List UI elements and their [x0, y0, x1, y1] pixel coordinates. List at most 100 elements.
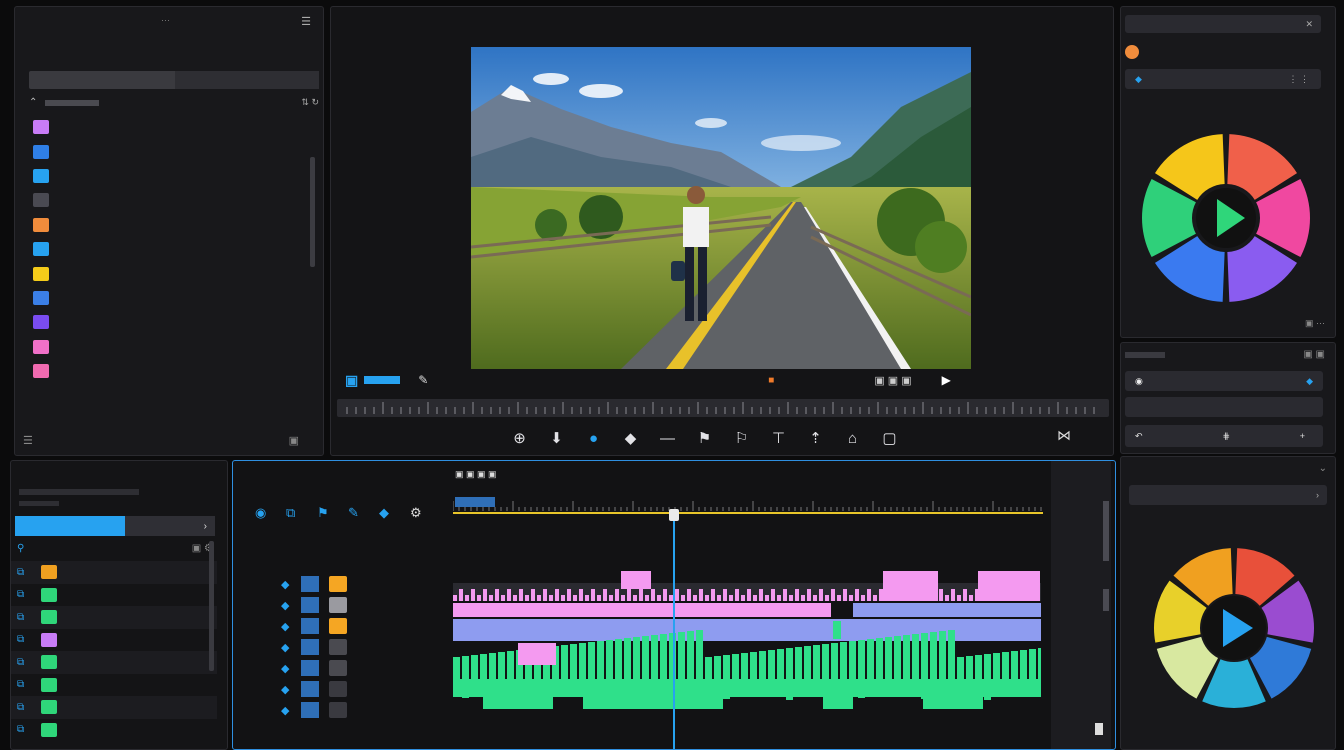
track-toggle-icon[interactable]: ◆	[281, 704, 301, 717]
extract-icon[interactable]: ⚑	[686, 429, 723, 447]
color-item[interactable]	[1125, 45, 1147, 59]
settings-icon[interactable]: ⚙	[410, 505, 441, 521]
compare-icon[interactable]: ⋈	[1057, 427, 1071, 444]
eyedropper-icon[interactable]: ◆	[1306, 376, 1313, 387]
search-filter-area[interactable]	[175, 71, 319, 89]
track-header[interactable]: ◆	[233, 573, 453, 595]
linked-selection-icon[interactable]: ⧉	[286, 505, 317, 521]
viewer-scrub-bar[interactable]	[337, 399, 1109, 417]
add-icon[interactable]: +	[1300, 431, 1305, 441]
media-item[interactable]: ⧉	[11, 674, 217, 697]
asset-item[interactable]	[29, 164, 319, 188]
track-header[interactable]: ◆	[233, 699, 453, 721]
media-item[interactable]: ⧉	[11, 584, 217, 607]
track-header[interactable]: ◆	[233, 594, 453, 616]
zoom-level[interactable]	[364, 376, 401, 384]
curves-controls-icon[interactable]: ▣ ▣	[1303, 349, 1325, 360]
asset-item[interactable]	[29, 359, 319, 383]
media-scrollbar[interactable]	[209, 541, 214, 671]
export-icon[interactable]: ⇡	[797, 429, 834, 447]
video-frame[interactable]	[471, 47, 971, 369]
asset-item[interactable]	[29, 139, 319, 163]
mark-in-icon[interactable]: ⬇	[538, 429, 575, 447]
export-frame-icon[interactable]: ▶	[942, 373, 951, 387]
track-lock-icon[interactable]	[301, 618, 319, 634]
filter-icon[interactable]: ⚲	[17, 543, 24, 554]
safe-margins-icon[interactable]: ▣ ▣ ▣	[874, 374, 911, 387]
track-lock-icon[interactable]	[301, 597, 319, 613]
asset-item[interactable]	[29, 213, 319, 237]
captions-icon[interactable]: ◆	[379, 505, 410, 521]
media-tab-expand[interactable]: ›	[125, 516, 215, 536]
chevron-right-icon[interactable]: ›	[1316, 490, 1319, 500]
asset-item[interactable]	[29, 335, 319, 359]
track-header[interactable]: ◆	[233, 678, 453, 700]
track-lock-icon[interactable]	[301, 576, 319, 592]
fit-icon[interactable]: ▢	[871, 429, 908, 447]
timeline-vertical-scroll[interactable]	[1051, 461, 1111, 749]
track-toggle-icon[interactable]: ◆	[281, 683, 301, 696]
curves-select[interactable]: ◉ ◆	[1125, 371, 1323, 391]
settings-wrench-icon[interactable]: ✎	[418, 373, 428, 387]
asset-item[interactable]	[29, 115, 319, 139]
play-icon[interactable]: ●	[575, 430, 612, 447]
curves-actions[interactable]: ↶ ⋕ +	[1125, 425, 1323, 447]
media-item[interactable]: ⧉	[11, 719, 217, 742]
camera-icon[interactable]: ▣	[345, 372, 358, 389]
playhead-handle[interactable]	[669, 509, 679, 521]
preset-menu-icon[interactable]: ⋮ ⋮	[1288, 74, 1309, 85]
asset-item[interactable]	[29, 261, 319, 285]
wrench-icon[interactable]: ✎	[348, 505, 379, 521]
zoom-handle[interactable]	[1095, 723, 1103, 735]
folder-back-icon[interactable]: ⌃	[29, 97, 37, 108]
track-header[interactable]: ◆	[233, 657, 453, 679]
wheels-select[interactable]: ›	[1129, 485, 1327, 505]
track-lock-icon[interactable]	[301, 702, 319, 718]
undo-icon[interactable]: ↶	[1135, 431, 1143, 442]
curves-input[interactable]	[1125, 397, 1323, 417]
track-header[interactable]: ◆	[233, 636, 453, 658]
track-lock-icon[interactable]	[301, 681, 319, 697]
color-wheel-top[interactable]	[1141, 133, 1311, 303]
marker-icon[interactable]: ■	[768, 375, 774, 386]
color-wheel-bottom[interactable]	[1149, 543, 1319, 713]
color-panel-header[interactable]: ✕	[1125, 15, 1321, 33]
insert-icon[interactable]: ⚐	[723, 429, 760, 447]
levels-icon[interactable]: ⋕	[1223, 431, 1231, 442]
track-toggle-icon[interactable]: ◆	[281, 620, 301, 633]
asset-item[interactable]	[29, 310, 319, 334]
step-back-icon[interactable]: ◆	[612, 429, 649, 447]
media-tab-selected[interactable]	[15, 516, 125, 536]
time-ruler[interactable]	[452, 489, 1043, 517]
panel-menu-icon[interactable]: ⋯	[161, 15, 170, 26]
track-area[interactable]	[453, 535, 1045, 749]
track-lock-icon[interactable]	[301, 660, 319, 676]
home-icon[interactable]: ⌂	[834, 430, 871, 447]
close-icon[interactable]: ✕	[1305, 19, 1313, 30]
track-lock-icon[interactable]	[301, 639, 319, 655]
asset-item[interactable]	[29, 237, 319, 261]
track-toggle-icon[interactable]: ◆	[281, 578, 301, 591]
media-item[interactable]: ⧉	[11, 629, 217, 652]
track-toggle-icon[interactable]: ◆	[281, 662, 301, 675]
timeline-seq-tabs[interactable]: ▣ ▣ ▣ ▣	[455, 469, 497, 480]
panel-options-icon[interactable]: ☰	[301, 15, 311, 28]
asset-item[interactable]	[29, 286, 319, 310]
scroll-thumb[interactable]	[1103, 501, 1109, 561]
asset-item[interactable]	[29, 188, 319, 212]
marker-tool-icon[interactable]: ⚑	[317, 505, 348, 521]
media-item[interactable]: ⧉	[11, 606, 217, 629]
track-header[interactable]: ◆	[233, 615, 453, 637]
media-item[interactable]: ⧉	[11, 696, 217, 719]
track-toggle-icon[interactable]: ◆	[281, 599, 301, 612]
overwrite-icon[interactable]: ⊤	[760, 429, 797, 447]
new-bin-icon[interactable]: ▣	[289, 434, 299, 447]
lift-icon[interactable]: —	[649, 430, 686, 447]
list-view-icon[interactable]: ☰	[23, 434, 33, 447]
chevron-down-icon[interactable]: ⌄	[1319, 463, 1327, 474]
media-item[interactable]: ⧉	[11, 561, 217, 584]
asset-list-scrollbar[interactable]	[310, 157, 315, 267]
snap-icon[interactable]: ◉	[255, 505, 286, 521]
add-marker-icon[interactable]: ⊕	[501, 429, 538, 447]
sort-icon[interactable]: ⇅ ↻	[301, 97, 319, 108]
